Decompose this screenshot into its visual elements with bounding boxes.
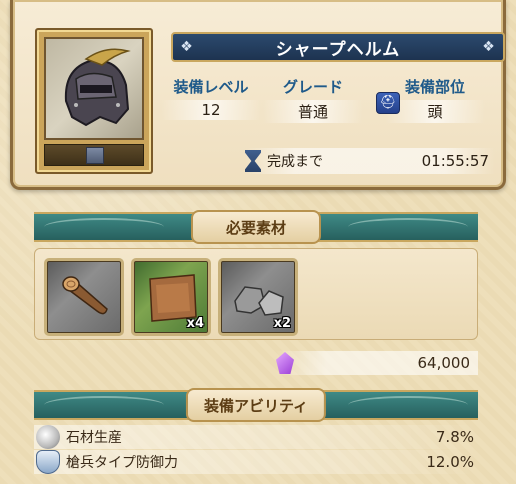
stat-value: 頭 [385,100,485,123]
stat-label: グレード [282,78,343,96]
shield-icon [36,450,60,474]
ability-row: 槍兵タイプ防御力 12.0% [34,450,478,474]
item-name: シャープヘルム [275,39,401,60]
ability-value: 12.0% [426,453,474,471]
craft-timer: 完成まで 01:55:57 [245,148,495,174]
swirl-ornament [348,396,468,414]
material-slot[interactable]: x2 [218,258,298,336]
rank-bar [44,144,144,166]
abilities-title: 装備アビリティ [185,388,327,422]
stat-label: 装備レベル [173,78,249,96]
ability-label: 石材生産 [66,430,122,446]
wood-log-icon [62,276,108,315]
item-title-banner: ❖ シャープヘルム ❖ [171,32,505,62]
item-portrait[interactable] [35,28,153,174]
materials-title: 必要素材 [191,210,321,244]
swirl-ornament [44,218,164,236]
material-slot[interactable] [44,258,124,336]
hourglass-icon [245,150,261,172]
swirl-ornament [44,396,164,414]
swirl-ornament [348,218,468,236]
material-slot[interactable]: x4 [131,258,211,336]
cost-value: 64,000 [417,354,471,372]
materials-header: 必要素材 [34,210,478,244]
ability-label: 槍兵タイプ防御力 [66,455,178,471]
crystal-icon [276,352,294,374]
item-detail-panel: ❖ シャープヘルム ❖ 装備レベル 12 グレード 普通 装備部位 頭 ⛑ 完成… [10,0,506,190]
timer-label: 完成まで [267,154,323,170]
ornament-icon: ❖ [180,39,194,55]
stat-grade: グレード 普通 [263,76,363,123]
materials-box: x4 x2 [34,248,478,340]
helmet-icon [44,37,144,140]
craft-cost: 64,000 [276,351,478,375]
stat-value: 12 [161,100,261,120]
material-count: x2 [273,316,291,331]
ability-row: 石材生産 7.8% [34,425,478,449]
stat-label: 装備部位 [404,78,465,96]
ability-value: 7.8% [435,428,474,446]
abilities-header: 装備アビリティ [34,388,478,422]
stone-pile-icon [36,425,60,449]
stat-slot: 装備部位 頭 [385,76,485,123]
material-count: x4 [186,316,204,331]
stat-level: 装備レベル 12 [161,76,261,120]
ornament-icon: ❖ [482,39,496,55]
stat-value: 普通 [263,100,363,123]
rank-chevron-icon [86,147,104,164]
head-slot-icon: ⛑ [376,92,400,114]
timer-value: 01:55:57 [421,152,489,170]
